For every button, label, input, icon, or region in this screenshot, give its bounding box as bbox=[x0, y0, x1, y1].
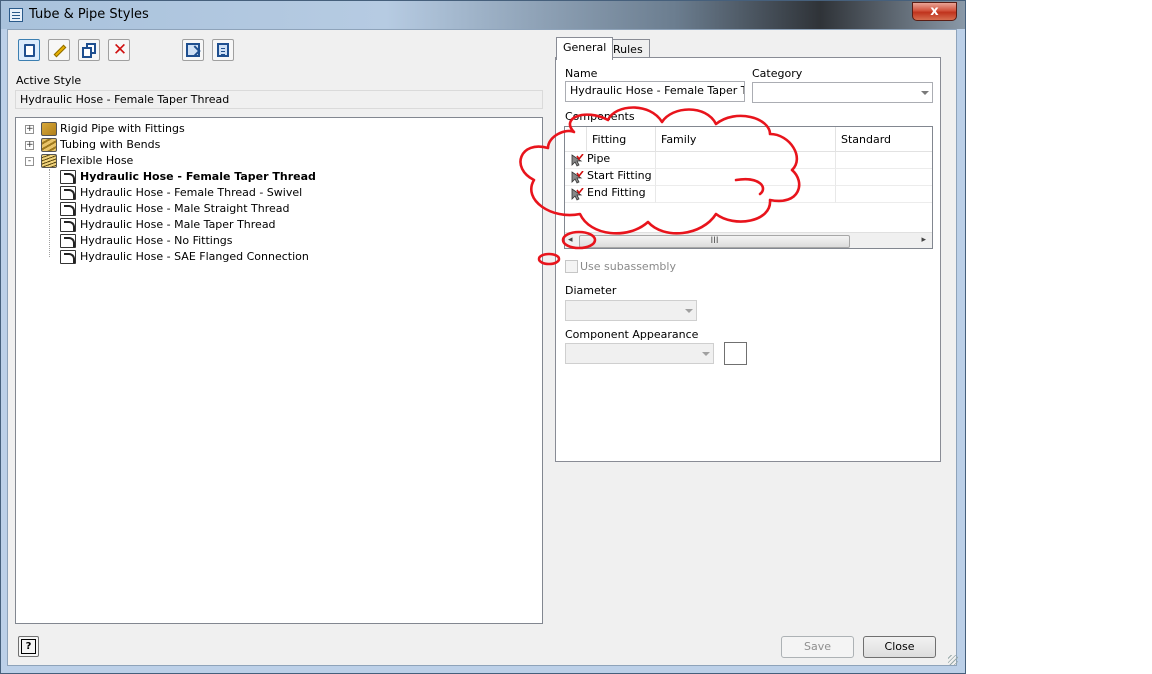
table-row[interactable]: End Fitting bbox=[565, 186, 656, 203]
tree-item-tubing[interactable]: Tubing with Bends bbox=[60, 137, 160, 153]
scroll-thumb[interactable]: III bbox=[579, 235, 850, 248]
column-header-family[interactable]: Family bbox=[656, 127, 836, 152]
category-label: Category bbox=[752, 67, 803, 80]
category-select[interactable] bbox=[752, 82, 933, 103]
tree-collapser[interactable]: - bbox=[25, 157, 34, 166]
hose-style-icon bbox=[60, 186, 76, 200]
use-subassembly-checkbox[interactable] bbox=[565, 260, 578, 273]
appearance-select[interactable] bbox=[565, 343, 714, 364]
window-title: Tube & Pipe Styles bbox=[29, 7, 149, 22]
fitting-pointer-icon bbox=[571, 153, 584, 167]
column-header-standard[interactable]: Standard bbox=[836, 127, 932, 152]
family-cell[interactable] bbox=[656, 186, 836, 203]
scroll-right-arrow[interactable]: ▸ bbox=[921, 235, 926, 245]
help-button[interactable]: ? bbox=[18, 636, 39, 657]
tree-expander[interactable]: + bbox=[25, 141, 34, 150]
column-header-fitting[interactable]: Fitting bbox=[587, 127, 656, 152]
hose-style-icon bbox=[60, 234, 76, 248]
family-cell[interactable] bbox=[656, 169, 836, 186]
tree-item-hose-style[interactable]: Hydraulic Hose - Male Straight Thread bbox=[80, 201, 290, 217]
name-label: Name bbox=[565, 67, 598, 80]
new-style-button[interactable] bbox=[18, 39, 40, 61]
import-button[interactable] bbox=[212, 39, 234, 61]
style-tree[interactable]: + Rigid Pipe with Fittings + Tubing with… bbox=[15, 117, 543, 624]
diameter-select[interactable] bbox=[565, 300, 697, 321]
horizontal-scrollbar[interactable]: ◂ III ▸ bbox=[565, 232, 932, 248]
pencil-icon bbox=[53, 44, 67, 58]
tree-item-hose-style[interactable]: Hydraulic Hose - Male Taper Thread bbox=[80, 217, 276, 233]
components-label: Components bbox=[565, 110, 635, 123]
scroll-left-arrow[interactable]: ◂ bbox=[568, 235, 573, 245]
hose-style-icon bbox=[60, 170, 76, 184]
window-close-button[interactable]: x bbox=[912, 2, 957, 21]
flexible-hose-icon bbox=[41, 154, 57, 168]
appearance-label: Component Appearance bbox=[565, 328, 699, 341]
standard-cell[interactable] bbox=[836, 152, 932, 169]
name-input[interactable]: Hydraulic Hose - Female Taper Thread bbox=[565, 81, 745, 102]
hose-style-icon bbox=[60, 202, 76, 216]
new-document-icon bbox=[24, 44, 35, 57]
export-button[interactable] bbox=[182, 39, 204, 61]
table-row[interactable]: Pipe bbox=[565, 152, 656, 169]
standard-cell[interactable] bbox=[836, 186, 932, 203]
window-app-icon bbox=[9, 8, 23, 22]
rigid-pipe-icon bbox=[41, 122, 57, 136]
resize-grip[interactable] bbox=[948, 655, 958, 665]
delete-x-icon: ✕ bbox=[112, 40, 128, 60]
copy-style-button[interactable] bbox=[78, 39, 100, 61]
import-icon bbox=[217, 43, 229, 57]
delete-style-button[interactable]: ✕ bbox=[108, 39, 130, 61]
hose-style-icon bbox=[60, 250, 76, 264]
active-style-label: Active Style bbox=[16, 74, 82, 87]
tree-item-hose-style[interactable]: Hydraulic Hose - SAE Flanged Connection bbox=[80, 249, 309, 265]
family-cell[interactable] bbox=[656, 152, 836, 169]
standard-cell[interactable] bbox=[836, 169, 932, 186]
tree-item-hose-style[interactable]: Hydraulic Hose - No Fittings bbox=[80, 233, 233, 249]
tubing-icon bbox=[41, 138, 57, 152]
tree-expander[interactable]: + bbox=[25, 125, 34, 134]
tree-connector bbox=[49, 169, 50, 257]
diameter-label: Diameter bbox=[565, 284, 617, 297]
save-button[interactable]: Save bbox=[781, 636, 854, 658]
active-style-field: Hydraulic Hose - Female Taper Thread bbox=[15, 90, 543, 109]
tree-item-flexible-hose[interactable]: Flexible Hose bbox=[60, 153, 133, 169]
tree-item-hose-style[interactable]: Hydraulic Hose - Female Thread - Swivel bbox=[80, 185, 302, 201]
title-bar[interactable]: Tube & Pipe Styles x bbox=[1, 1, 965, 29]
components-grid[interactable]: Fitting Family Standard Pipe Start Fitti… bbox=[564, 126, 933, 249]
fitting-pointer-icon bbox=[571, 187, 584, 201]
edit-style-button[interactable] bbox=[48, 39, 70, 61]
tree-item-rigid-pipe[interactable]: Rigid Pipe with Fittings bbox=[60, 121, 185, 137]
chevron-down-icon bbox=[702, 352, 710, 356]
tree-item-hose-style[interactable]: Hydraulic Hose - Female Taper Thread bbox=[80, 169, 316, 185]
help-icon: ? bbox=[21, 639, 36, 654]
close-button[interactable]: Close bbox=[863, 636, 936, 658]
fitting-pointer-icon bbox=[571, 170, 584, 184]
chevron-down-icon bbox=[685, 309, 693, 313]
chevron-down-icon bbox=[921, 91, 929, 95]
use-subassembly-label: Use subassembly bbox=[580, 260, 676, 273]
tab-general[interactable]: General bbox=[556, 37, 614, 60]
table-row[interactable]: Start Fitting bbox=[565, 169, 656, 186]
export-icon bbox=[186, 43, 200, 57]
hose-style-icon bbox=[60, 218, 76, 232]
appearance-color-swatch[interactable] bbox=[724, 342, 747, 365]
